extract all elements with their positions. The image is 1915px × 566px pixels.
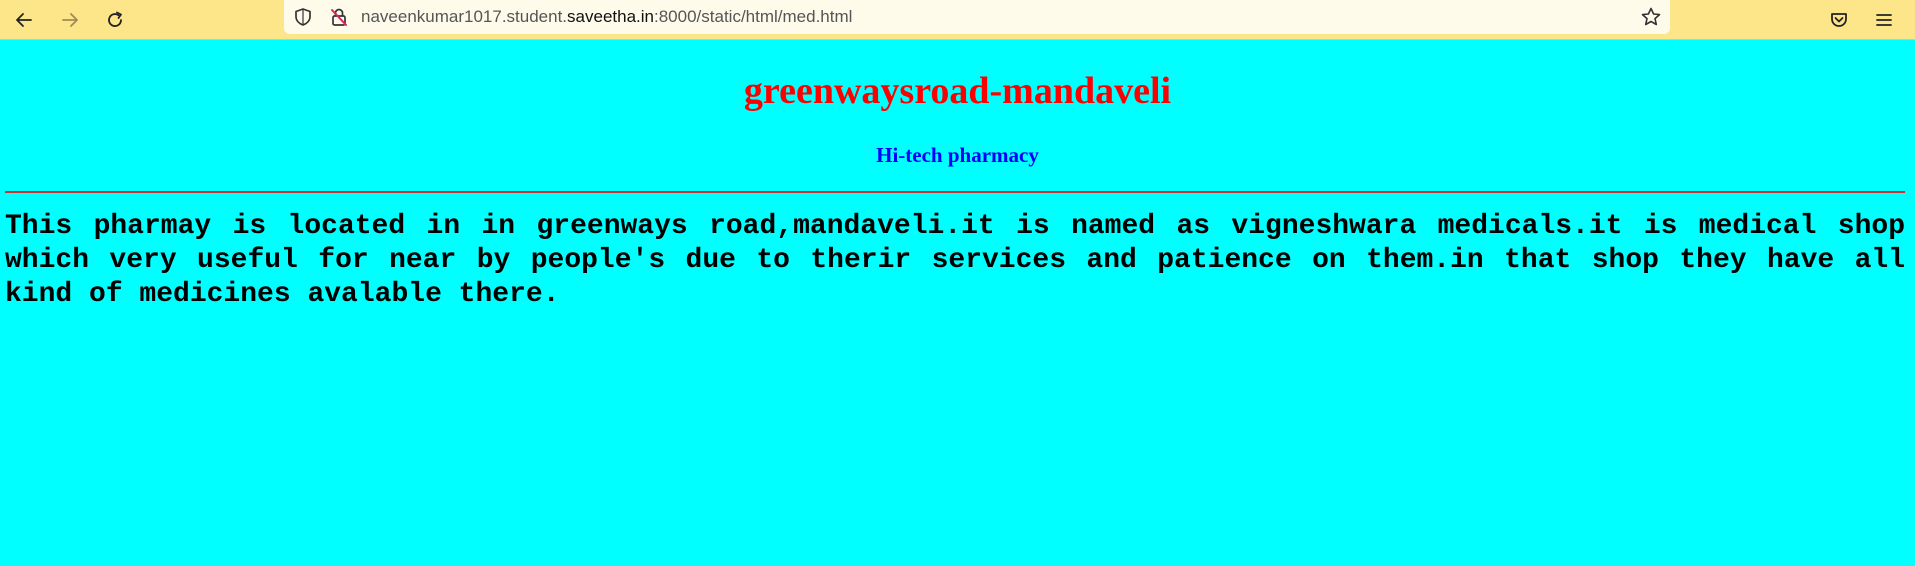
pocket-button[interactable]: [1823, 4, 1855, 36]
pocket-icon: [1831, 13, 1847, 27]
shield-icon[interactable]: [292, 6, 314, 33]
insecure-lock-icon[interactable]: [328, 6, 350, 33]
app-menu-button[interactable]: [1868, 4, 1900, 36]
reload-button[interactable]: [99, 4, 131, 36]
browser-toolbar: naveenkumar1017.student.saveetha.in:8000…: [0, 0, 1915, 40]
reload-icon: [108, 11, 122, 27]
page-title: greenwaysroad-mandaveli: [743, 70, 1172, 112]
back-button[interactable]: [8, 4, 40, 36]
address-bar[interactable]: naveenkumar1017.student.saveetha.in:8000…: [284, 0, 1670, 34]
url-text[interactable]: naveenkumar1017.student.saveetha.in:8000…: [361, 0, 852, 34]
divider: [5, 191, 1905, 193]
url-suffix: :8000/static/html/med.html: [654, 7, 853, 26]
url-domain: saveetha.in: [567, 7, 654, 26]
forward-button[interactable]: [54, 4, 86, 36]
url-prefix: naveenkumar1017.student.: [361, 7, 568, 26]
arrow-right-icon: [62, 13, 78, 27]
body-paragraph: This pharmay is located in in greenways …: [5, 211, 1905, 310]
star-icon[interactable]: [1640, 6, 1662, 33]
page-content: greenwaysroad-mandaveli Hi-tech pharmacy…: [0, 40, 1915, 566]
hamburger-menu-icon: [1876, 14, 1892, 26]
page-subtitle: Hi-tech pharmacy: [876, 143, 1039, 167]
arrow-left-icon: [16, 13, 32, 27]
